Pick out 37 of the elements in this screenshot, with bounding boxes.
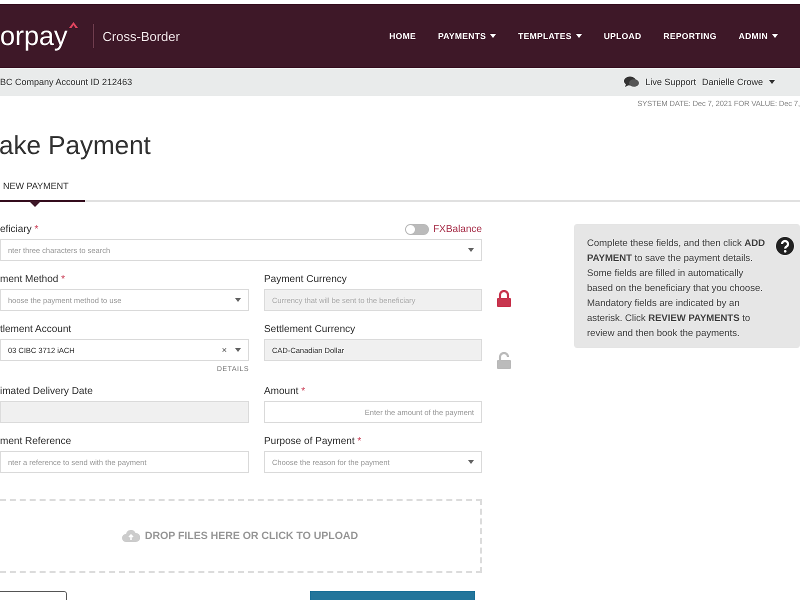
caret-icon	[769, 80, 775, 84]
field-label: tlement Account	[0, 324, 72, 334]
live-support-link[interactable]: Live Support	[645, 77, 696, 87]
chat-icon	[624, 76, 640, 88]
product-name: Cross-Border	[102, 28, 180, 44]
help-text: Complete these fields, and then click ADD PAYMENT to save the payment details. Some fields are filled in automatically based on the beneficiary that you choose. Mandatory fields are indicated by an asterisk. Click REVIEW PAYMENTS to review and then book the payments.	[587, 237, 766, 341]
field-label: Purpose of Payment *	[264, 436, 362, 446]
field-label: Settlement Currency	[264, 324, 356, 334]
field-label: ment Method *	[0, 274, 66, 284]
user-menu[interactable]: Danielle Crowe	[702, 77, 775, 87]
field-label: eficiary *	[0, 224, 38, 234]
caret-icon	[468, 460, 474, 464]
help-icon	[776, 237, 794, 255]
page-title: ake Payment	[0, 129, 152, 162]
field-label: Amount *	[264, 386, 306, 396]
tab-pointer-icon	[30, 202, 40, 207]
logo-text: orpay	[0, 20, 68, 53]
clear-icon[interactable]: ×	[222, 345, 227, 355]
field-label: ment Reference	[0, 436, 72, 446]
nav-link[interactable]: ADMIN	[738, 31, 778, 41]
caret-icon	[235, 298, 241, 302]
cloud-upload-icon	[122, 530, 140, 542]
toggle-switch[interactable]	[405, 224, 430, 234]
caret-icon	[235, 348, 241, 352]
toggle-label: FXBalance	[433, 224, 482, 234]
nav-link[interactable]: PAYMENTS	[438, 31, 496, 41]
logo-caret-icon	[68, 22, 78, 28]
nav-link[interactable]: REPORTING	[663, 31, 717, 41]
nav-link[interactable]: HOME	[389, 31, 416, 41]
account-info: BC Company Account ID 212463	[0, 77, 132, 87]
tab[interactable]: NEW PAYMENT	[0, 177, 85, 202]
field-label: Payment Currency	[264, 274, 347, 284]
field-label: imated Delivery Date	[0, 386, 93, 396]
readonly-field[interactable]	[0, 401, 249, 423]
nav-link[interactable]: UPLOAD	[604, 31, 642, 41]
caret-icon	[468, 248, 474, 252]
nav-link[interactable]: TEMPLATES	[518, 31, 582, 41]
